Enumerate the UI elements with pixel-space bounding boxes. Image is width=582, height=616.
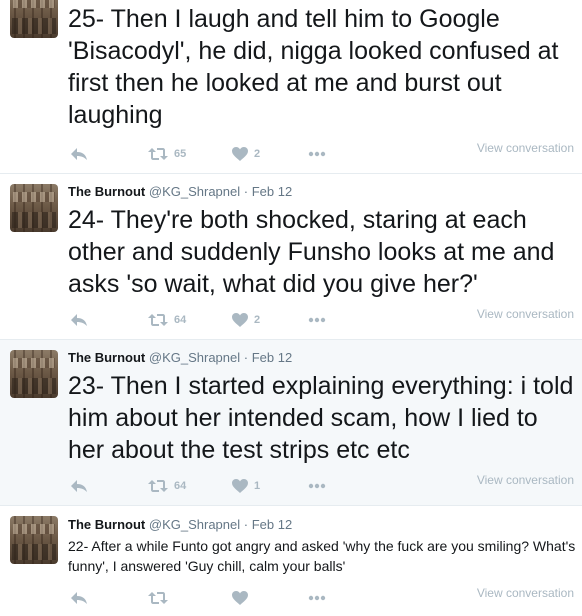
- heart-icon: [232, 591, 248, 605]
- tweet-header: The Burnout @KG_Shrapnel · Feb 12: [68, 517, 292, 533]
- username[interactable]: @KG_Shrapnel: [149, 184, 240, 199]
- like-button[interactable]: 1: [232, 476, 260, 496]
- username[interactable]: @KG_Shrapnel: [149, 517, 240, 532]
- more-button[interactable]: [308, 310, 326, 330]
- retweet-count: 65: [174, 148, 187, 160]
- tweet-text: 23- Then I started explaining everything…: [68, 372, 574, 464]
- tweet[interactable]: The Burnout @KG_Shrapnel · Feb 12 24- Th…: [0, 174, 582, 340]
- retweet-count: 64: [174, 480, 187, 492]
- view-conversation-link[interactable]: View conversation: [477, 473, 574, 487]
- more-button[interactable]: [308, 588, 326, 608]
- retweet-button[interactable]: 65: [148, 144, 186, 164]
- more-button[interactable]: [308, 476, 326, 496]
- tweet[interactable]: The Burnout @KG_Shrapnel · Feb 12 22- Af…: [0, 506, 582, 616]
- retweet-icon: [148, 314, 168, 326]
- fullname[interactable]: The Burnout: [68, 184, 145, 199]
- view-conversation-link[interactable]: View conversation: [477, 141, 574, 155]
- tweet-text: 25- Then I laugh and tell him to Google …: [68, 5, 559, 129]
- tweet-text: 22- After a while Funto got angry and as…: [68, 538, 576, 574]
- like-count: 2: [254, 148, 261, 160]
- timestamp[interactable]: Feb 12: [252, 517, 292, 532]
- more-icon: [308, 483, 326, 489]
- like-button[interactable]: 2: [232, 310, 260, 330]
- reply-button[interactable]: [70, 588, 88, 608]
- retweet-icon: [148, 480, 168, 492]
- reply-icon: [71, 592, 87, 604]
- avatar[interactable]: [10, 0, 58, 38]
- timestamp[interactable]: Feb 12: [252, 184, 292, 199]
- avatar[interactable]: [10, 516, 58, 564]
- reply-icon: [71, 148, 87, 160]
- like-button[interactable]: 2: [232, 144, 260, 164]
- retweet-button[interactable]: [148, 588, 174, 608]
- reply-button[interactable]: [70, 476, 88, 496]
- retweet-count: 64: [174, 314, 187, 326]
- more-icon: [308, 317, 326, 323]
- separator: ·: [243, 184, 249, 199]
- separator: ·: [243, 517, 249, 532]
- tweet[interactable]: 25- Then I laugh and tell him to Google …: [0, 0, 582, 174]
- tweet-text: 24- They're both shocked, staring at eac…: [68, 206, 555, 298]
- retweet-button[interactable]: 64: [148, 476, 186, 496]
- fullname[interactable]: The Burnout: [68, 517, 145, 532]
- reply-button[interactable]: [70, 310, 88, 330]
- avatar[interactable]: [10, 350, 58, 398]
- more-icon: [308, 151, 326, 157]
- like-count: 1: [254, 480, 261, 492]
- tweet-header: The Burnout @KG_Shrapnel · Feb 12: [68, 350, 292, 366]
- heart-icon: [232, 479, 248, 493]
- tweet[interactable]: The Burnout @KG_Shrapnel · Feb 12 23- Th…: [0, 340, 582, 506]
- timestamp[interactable]: Feb 12: [252, 350, 292, 365]
- view-conversation-link[interactable]: View conversation: [477, 586, 574, 600]
- like-count: 2: [254, 314, 261, 326]
- heart-icon: [232, 313, 248, 327]
- reply-icon: [71, 480, 87, 492]
- reply-button[interactable]: [70, 144, 88, 164]
- retweet-button[interactable]: 64: [148, 310, 186, 330]
- avatar[interactable]: [10, 184, 58, 232]
- more-button[interactable]: [308, 144, 326, 164]
- heart-icon: [232, 147, 248, 161]
- retweet-icon: [148, 592, 168, 604]
- like-button[interactable]: [232, 588, 254, 608]
- retweet-icon: [148, 148, 168, 160]
- username[interactable]: @KG_Shrapnel: [149, 350, 240, 365]
- fullname[interactable]: The Burnout: [68, 350, 145, 365]
- reply-icon: [71, 314, 87, 326]
- separator: ·: [243, 350, 249, 365]
- tweet-header: The Burnout @KG_Shrapnel · Feb 12: [68, 184, 292, 200]
- view-conversation-link[interactable]: View conversation: [477, 307, 574, 321]
